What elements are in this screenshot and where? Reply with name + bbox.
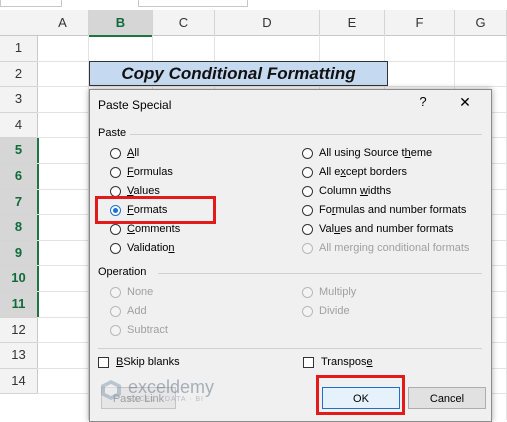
- column-header-a[interactable]: A: [37, 10, 89, 36]
- skip-blanks-checkbox[interactable]: BSkip blanks: [98, 354, 180, 370]
- radio-button[interactable]: [302, 166, 313, 178]
- paste-option-formulas-label: Formulas: [127, 166, 173, 178]
- radio-button[interactable]: [110, 286, 121, 298]
- paste-option-validation[interactable]: Validation: [110, 240, 175, 256]
- paste-option-all-merging-conditional-formats[interactable]: All merging conditional formats: [302, 240, 469, 256]
- column-header-g[interactable]: G: [455, 10, 507, 36]
- row-header-4[interactable]: 4: [0, 112, 38, 139]
- exceldemy-logo-icon: [101, 380, 121, 400]
- column-header-e[interactable]: E: [320, 10, 385, 36]
- row-header-5[interactable]: 5: [0, 138, 39, 164]
- radio-button[interactable]: [110, 305, 121, 317]
- radio-button[interactable]: [302, 185, 313, 197]
- row-gridline: [37, 86, 507, 88]
- row-header-12[interactable]: 12: [0, 317, 38, 344]
- row-header-14[interactable]: 14: [0, 368, 38, 395]
- watermark-name: exceldemy: [128, 376, 215, 397]
- paste-option-values-and-number-formats-label: Values and number formats: [319, 223, 454, 235]
- bottom-divider: [98, 348, 482, 349]
- checkbox-box[interactable]: [303, 356, 314, 368]
- operation-group-divider: [158, 273, 482, 274]
- paste-option-validation-label: Validation: [127, 242, 175, 254]
- row-header-1[interactable]: 1: [0, 36, 38, 62]
- paste-option-column-widths-label: Column widths: [319, 185, 392, 197]
- radio-button[interactable]: [110, 147, 121, 159]
- radio-button[interactable]: [110, 166, 121, 178]
- row-header-2[interactable]: 2: [0, 61, 38, 88]
- column-header-b[interactable]: B: [89, 10, 153, 37]
- paste-option-column-widths[interactable]: Column widths: [302, 183, 391, 199]
- radio-button[interactable]: [302, 223, 313, 235]
- column-header-c[interactable]: C: [153, 10, 215, 36]
- paste-option-all-except-borders-label: All except borders: [319, 166, 408, 178]
- operation-none-label: None: [127, 286, 154, 298]
- row-header-10[interactable]: 10: [0, 266, 39, 292]
- paste-option-formulas-and-number-formats[interactable]: Formulas and number formats: [302, 202, 466, 218]
- operation-multiply[interactable]: Multiply: [302, 284, 356, 300]
- radio-button[interactable]: [302, 204, 313, 216]
- formula-bar-strip: [0, 0, 507, 10]
- row-header-13[interactable]: 13: [0, 343, 38, 369]
- radio-button[interactable]: [302, 286, 313, 298]
- radio-button[interactable]: [110, 242, 121, 254]
- column-header-d[interactable]: D: [215, 10, 320, 36]
- paste-special-dialog: Paste Special ? ✕ Paste All Formulas Value…: [89, 89, 492, 422]
- radio-button[interactable]: [302, 147, 313, 159]
- dialog-title: Paste Special: [98, 98, 172, 112]
- cancel-button[interactable]: Cancel: [408, 387, 486, 409]
- paste-group-divider: [130, 134, 482, 135]
- operation-divide-label: Divide: [319, 305, 350, 317]
- watermark-tagline: EXCEL · DATA · BI: [128, 395, 204, 403]
- exceldemy-watermark: exceldemy EXCEL · DATA · BI: [100, 375, 330, 405]
- paste-option-all-label: All: [127, 147, 140, 159]
- paste-option-all-using-source-theme-label: All using Source theme: [319, 147, 433, 159]
- paste-option-comments-label: Comments: [127, 223, 181, 235]
- name-box-edge[interactable]: [0, 0, 62, 7]
- checkbox-box[interactable]: [98, 356, 109, 368]
- formats-highlight-box: [95, 196, 216, 224]
- paste-option-all-merging-conditional-formats-label: All merging conditional formats: [319, 242, 470, 254]
- operation-add[interactable]: Add: [110, 303, 147, 319]
- paste-option-all-except-borders[interactable]: All except borders: [302, 164, 407, 180]
- operation-divide[interactable]: Divide: [302, 303, 350, 319]
- paste-group-label: Paste: [98, 127, 127, 139]
- operation-multiply-label: Multiply: [319, 286, 357, 298]
- row-header-9[interactable]: 9: [0, 240, 39, 267]
- skip-blanks-label: BSkip blanks: [116, 356, 180, 368]
- paste-option-formulas-and-number-formats-label: Formulas and number formats: [319, 204, 467, 216]
- paste-option-all-using-source-theme[interactable]: All using Source theme: [302, 145, 432, 161]
- operation-subtract[interactable]: Subtract: [110, 322, 168, 338]
- row-header-7[interactable]: 7: [0, 189, 39, 216]
- operation-subtract-label: Subtract: [127, 324, 168, 336]
- radio-button[interactable]: [302, 305, 313, 317]
- select-all-corner[interactable]: [0, 10, 38, 36]
- paste-option-all[interactable]: All: [110, 145, 139, 161]
- row-header-11[interactable]: 11: [0, 292, 39, 318]
- paste-option-values-and-number-formats[interactable]: Values and number formats: [302, 221, 453, 237]
- radio-button[interactable]: [302, 242, 313, 254]
- row-header-3[interactable]: 3: [0, 87, 38, 113]
- formula-input-edge[interactable]: [138, 0, 248, 7]
- transpose-checkbox[interactable]: Transpose: [303, 354, 373, 370]
- operation-add-label: Add: [127, 305, 147, 317]
- title-cell[interactable]: Copy Conditional Formatting: [89, 61, 388, 86]
- operation-group-label: Operation: [98, 266, 147, 278]
- paste-option-formulas[interactable]: Formulas: [110, 164, 173, 180]
- operation-none[interactable]: None: [110, 284, 153, 300]
- transpose-label: Transpose: [321, 356, 373, 368]
- radio-button[interactable]: [110, 223, 121, 235]
- close-icon[interactable]: ✕: [457, 94, 473, 111]
- radio-button[interactable]: [110, 185, 121, 197]
- help-icon[interactable]: ?: [415, 94, 431, 109]
- column-header-f[interactable]: F: [385, 10, 455, 36]
- radio-button[interactable]: [110, 324, 121, 336]
- row-header-6[interactable]: 6: [0, 164, 39, 190]
- row-header-8[interactable]: 8: [0, 215, 39, 241]
